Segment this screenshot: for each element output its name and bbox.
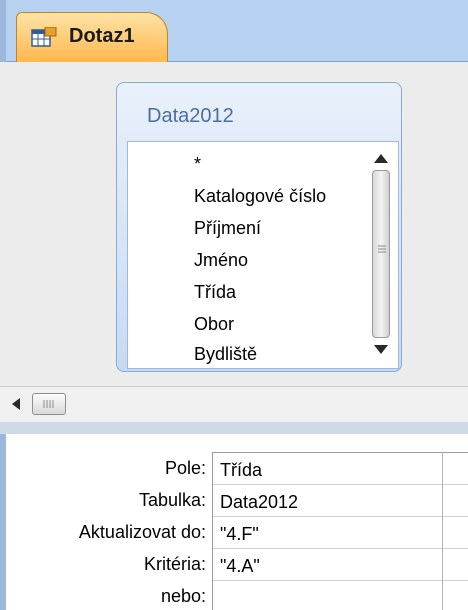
row-label-update-to: Aktualizovat do:	[78, 522, 206, 542]
vertical-scrollbar[interactable]	[367, 142, 395, 368]
grid-header-line	[212, 452, 468, 453]
scroll-left-arrow-icon[interactable]	[10, 397, 22, 411]
field-cell[interactable]: Třída	[220, 460, 262, 481]
grid-column-divider	[442, 452, 443, 610]
update-to-cell[interactable]: "4.F"	[220, 524, 259, 545]
grip-icon	[43, 400, 54, 408]
field-item[interactable]: Příjmení	[194, 218, 261, 239]
grid-column-divider	[212, 452, 213, 610]
table-title: Data2012	[147, 105, 234, 127]
scrollbar-thumb[interactable]	[32, 393, 66, 415]
row-label-table: Tabulka:	[138, 490, 206, 510]
field-item[interactable]: Bydliště	[194, 344, 257, 365]
table-field-list-window[interactable]: Data2012 * Katalogové číslo Příjmení Jmé…	[116, 82, 402, 372]
row-label-criteria: Kritéria:	[143, 554, 206, 574]
scrollbar-thumb[interactable]	[372, 170, 390, 338]
tab-label: Dotaz1	[69, 25, 135, 47]
row-label-or: nebo:	[160, 586, 206, 606]
scroll-down-arrow-icon[interactable]	[371, 342, 391, 358]
grid-left-edge	[0, 434, 6, 610]
field-item[interactable]: Třída	[194, 282, 236, 303]
criteria-cell[interactable]: "4.A"	[220, 556, 260, 577]
grid-row-divider	[212, 580, 468, 581]
grid-row-divider	[212, 548, 468, 549]
tab-query-dotaz1[interactable]: Dotaz1	[16, 12, 168, 62]
grip-icon	[378, 245, 386, 253]
field-list[interactable]: * Katalogové číslo Příjmení Jméno Třída …	[127, 141, 399, 369]
grid-row-divider	[212, 516, 468, 517]
scroll-up-arrow-icon[interactable]	[371, 150, 391, 166]
field-item[interactable]: Katalogové číslo	[194, 186, 326, 207]
horizontal-scrollbar[interactable]	[0, 386, 468, 423]
grid-row-divider	[212, 484, 468, 485]
row-label-field: Pole:	[164, 458, 206, 478]
field-item[interactable]: Jméno	[194, 250, 248, 271]
table-cell[interactable]: Data2012	[220, 492, 298, 513]
field-item[interactable]: Obor	[194, 314, 234, 335]
query-icon	[31, 27, 57, 47]
field-item[interactable]: *	[194, 154, 201, 175]
